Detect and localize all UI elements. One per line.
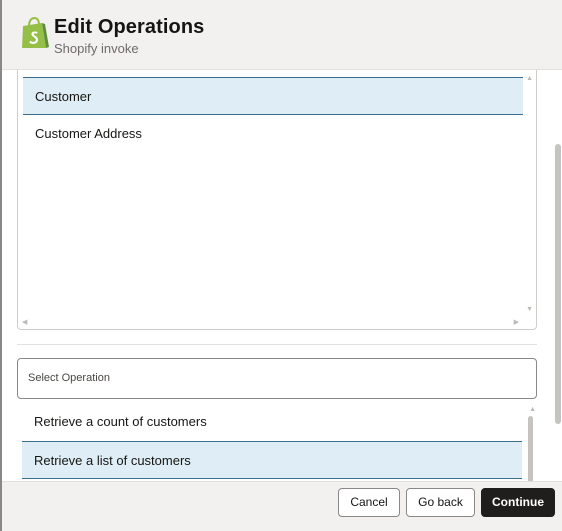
operation-list: Retrieve a count of customers Retrieve a…	[22, 403, 522, 479]
operation-list-box: Retrieve a count of customers Retrieve a…	[17, 402, 537, 481]
scroll-left-arrow-icon[interactable]: ◀	[22, 319, 27, 327]
dialog-header: Edit Operations Shopify invoke	[2, 0, 562, 70]
dialog-footer: Cancel Go back Continue	[2, 481, 562, 531]
operation-item-list-customers[interactable]: Retrieve a list of customers	[22, 441, 522, 479]
operation-item-count-customers[interactable]: Retrieve a count of customers	[22, 403, 522, 441]
dialog-body: Customer Customer Address ▲ ▼ ◀ ▶ Select…	[2, 70, 562, 481]
scroll-down-arrow-icon[interactable]: ▼	[526, 306, 533, 314]
entity-item-customer-address[interactable]: Customer Address	[23, 115, 523, 153]
dialog-title: Edit Operations	[54, 16, 205, 38]
dialog-subtitle: Shopify invoke	[54, 41, 139, 56]
scroll-up-arrow-icon[interactable]: ▲	[526, 75, 533, 83]
op-scroll-up-arrow-icon[interactable]: ▲	[529, 406, 536, 414]
edit-operations-dialog: Edit Operations Shopify invoke Customer …	[0, 0, 562, 531]
select-operation-placeholder: Select Operation	[28, 372, 110, 384]
section-divider	[17, 344, 537, 345]
main-scrollbar-thumb[interactable]	[555, 144, 561, 424]
scroll-right-arrow-icon[interactable]: ▶	[514, 319, 519, 327]
select-operation-field[interactable]: Select Operation	[17, 358, 537, 399]
operation-list-scrollbar[interactable]	[528, 416, 533, 481]
shopify-bag-icon	[22, 17, 49, 48]
main-scrollbar-track[interactable]	[553, 70, 562, 481]
cancel-button[interactable]: Cancel	[338, 488, 400, 517]
entity-list: Customer Customer Address	[23, 77, 523, 153]
entity-item-customer[interactable]: Customer	[23, 77, 523, 115]
continue-button[interactable]: Continue	[481, 488, 555, 517]
go-back-button[interactable]: Go back	[406, 488, 475, 517]
entity-list-box: Customer Customer Address ▲ ▼ ◀ ▶	[17, 70, 537, 330]
